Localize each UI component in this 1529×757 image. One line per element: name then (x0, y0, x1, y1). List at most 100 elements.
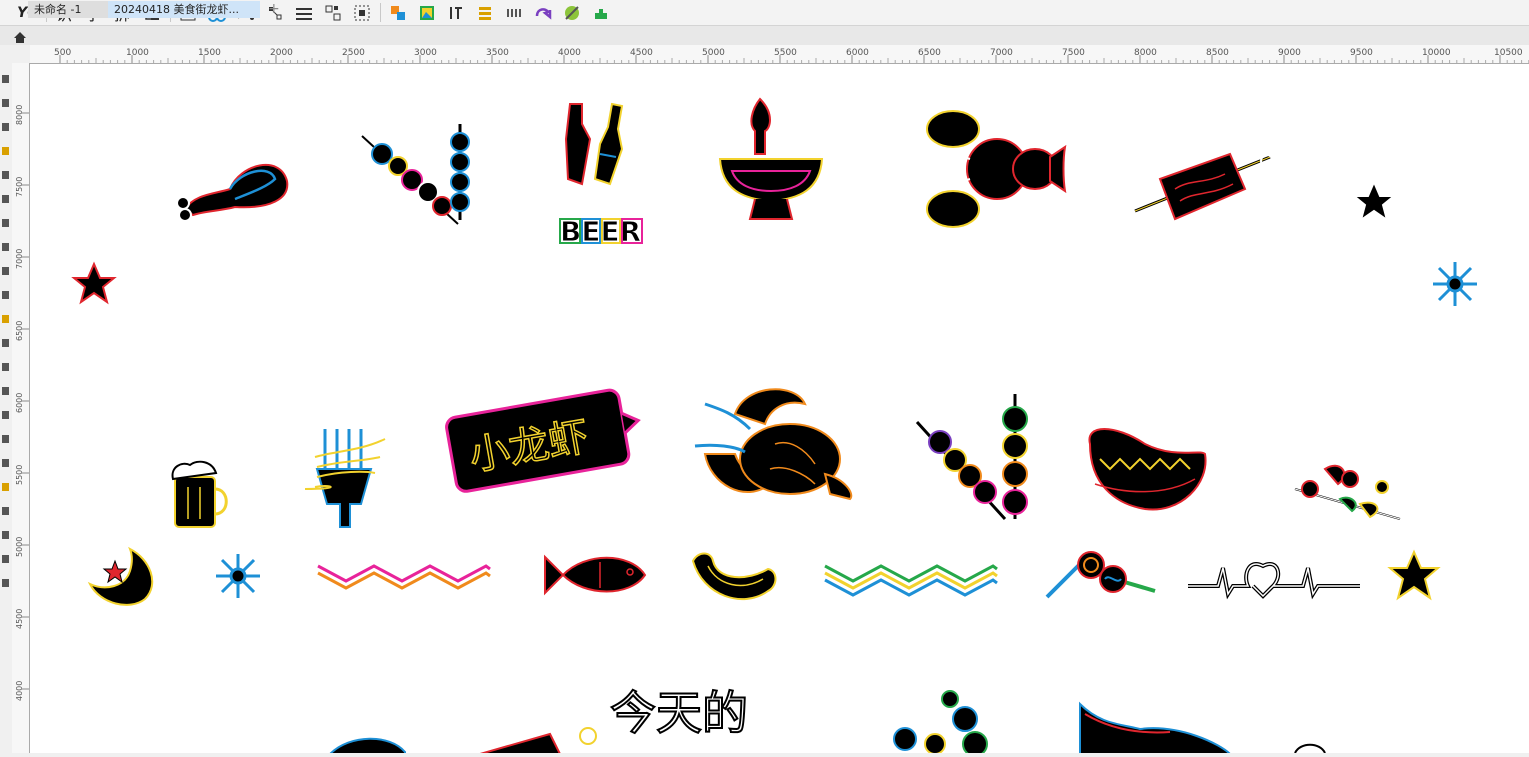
ruler-tick-label: 8500 (1206, 48, 1229, 58)
noodle-fork-icon[interactable] (304, 429, 386, 528)
ruler-tick-label: 2000 (270, 48, 293, 58)
tool-icon[interactable] (2, 195, 9, 203)
beer-mug-icon[interactable] (171, 460, 228, 528)
add-tab-button[interactable]: + (262, 1, 280, 18)
lollipop-icon[interactable] (1045, 551, 1156, 599)
skewer-icon[interactable] (360, 124, 470, 226)
ruler-corner (12, 45, 30, 63)
ruler-tick-label: 9000 (1278, 48, 1301, 58)
ruler-tick-label: 8000 (1134, 48, 1157, 58)
tool-icon[interactable] (2, 363, 9, 371)
ruler-tick-label: 9500 (1350, 48, 1373, 58)
ruler-tick-label: 7500 (1062, 48, 1085, 58)
grilled-meat-partial[interactable] (479, 727, 597, 755)
ruler-tick-label: 500 (54, 48, 71, 58)
tool-icon[interactable] (2, 459, 9, 467)
grilled-sausage-icon[interactable] (1088, 428, 1207, 511)
ruler-tick-label: 6000 (846, 48, 869, 58)
tool-icon[interactable] (2, 123, 9, 131)
layers-icon[interactable] (473, 0, 497, 25)
tool-icon[interactable] (2, 99, 9, 107)
moon-star-icon[interactable] (87, 546, 154, 606)
tool-icon[interactable] (2, 555, 9, 563)
tool-icon[interactable] (2, 171, 9, 179)
ruler-tick-label: 4500 (15, 609, 24, 629)
star-icon[interactable] (71, 261, 117, 305)
heartbeat-line[interactable] (1188, 562, 1360, 600)
ruler-tick-label: 3500 (486, 48, 509, 58)
ruler-tick-label: 3000 (414, 48, 437, 58)
tab-untitled[interactable]: 未命名 -1 (28, 1, 108, 18)
ruler-tick-label: 4500 (630, 48, 653, 58)
ruler-tick-label: 1000 (126, 48, 149, 58)
tool-icon[interactable] (2, 147, 9, 155)
ruler-tick-label: 5500 (15, 465, 24, 485)
tab-active-document[interactable]: 20240418 美食街龙虾... (108, 1, 260, 18)
distribute-icon[interactable] (321, 0, 345, 25)
ruler-tick-label: 10500 (1494, 48, 1523, 58)
drumstick-icon[interactable] (176, 162, 290, 222)
ruler-tick-label: 6000 (15, 393, 24, 413)
lobster-icon[interactable] (924, 110, 1067, 228)
fish-icon[interactable] (544, 554, 647, 596)
ruler-tick-label: 1500 (198, 48, 221, 58)
align-icon[interactable] (292, 0, 316, 25)
snowflake-icon[interactable] (1433, 262, 1477, 306)
shrimp-partial[interactable] (1079, 701, 1233, 755)
ruler-tick-label: 10000 (1422, 48, 1451, 58)
ruler-tick-label: 7000 (990, 48, 1013, 58)
shrimp-skewer-icon[interactable] (1294, 464, 1401, 520)
grilled-meat-icon[interactable] (1134, 152, 1274, 221)
document-tabbar (0, 26, 1529, 46)
fish-icon-partial[interactable] (329, 737, 406, 757)
star-icon[interactable] (1351, 179, 1397, 223)
tool-icon[interactable] (2, 411, 9, 419)
image-icon[interactable] (415, 0, 439, 25)
veggie-skewer-icon[interactable] (915, 394, 1028, 521)
text-align-icon[interactable] (444, 0, 468, 25)
ruler-tick-label: 4000 (15, 681, 24, 701)
effect-icon[interactable] (560, 0, 584, 25)
tool-icon[interactable] (2, 267, 9, 275)
ruler-tick-label: 8000 (15, 105, 24, 125)
ruler-tick-label: 6500 (918, 48, 941, 58)
snowflake-icon[interactable] (216, 554, 260, 598)
tool-icon[interactable] (2, 291, 9, 299)
ruler-tick-label: 4000 (558, 48, 581, 58)
vertical-ruler[interactable]: 8000 7500 7000 6500 6000 5500 5000 4500 4000 (12, 63, 30, 753)
tool-icon[interactable] (2, 315, 9, 323)
grid-icon[interactable] (502, 0, 526, 25)
tool-icon[interactable] (2, 219, 9, 227)
chili-icon[interactable] (691, 552, 777, 600)
tool-icon[interactable] (2, 243, 9, 251)
ruler-tick-label: 7500 (15, 177, 24, 197)
color-swap-icon[interactable] (386, 0, 410, 25)
orange-lobster-icon[interactable] (694, 388, 853, 501)
tool-icon[interactable] (2, 75, 9, 83)
ruler-tick-label: 5500 (774, 48, 797, 58)
tool-icon[interactable] (2, 531, 9, 539)
drawing-canvas[interactable]: BEER 小龙虾 今天的 (30, 64, 1529, 757)
star-icon[interactable] (1387, 549, 1441, 601)
tool-icon[interactable] (2, 387, 9, 395)
beer-bottles-icon[interactable]: BEER (559, 102, 643, 249)
hotpot-icon[interactable] (718, 97, 824, 220)
plugin-icon[interactable] (589, 0, 613, 25)
zigzag-border[interactable] (824, 564, 998, 597)
horizontal-ruler[interactable]: 500 1000 1500 2000 2500 3000 3500 4000 4500 5000 5… (30, 45, 1529, 64)
ruler-tick-label: 2500 (342, 48, 365, 58)
tool-icon[interactable] (2, 507, 9, 515)
tool-icon[interactable] (2, 339, 9, 347)
tool-icon[interactable] (2, 579, 9, 587)
veggie-skewer-partial[interactable] (893, 690, 988, 757)
select-box-icon[interactable] (350, 0, 374, 25)
crayfish-sign[interactable]: 小龙虾 (445, 386, 645, 493)
today-text[interactable]: 今天的 (609, 685, 749, 741)
transform-icon[interactable] (531, 0, 555, 25)
zigzag-border[interactable] (317, 564, 491, 597)
tool-icon[interactable] (2, 483, 9, 491)
toolbar-separator (380, 3, 381, 22)
tool-icon[interactable] (2, 435, 9, 443)
ruler-tick-label: 5000 (15, 537, 24, 557)
ruler-tick-label: 6500 (15, 321, 24, 341)
